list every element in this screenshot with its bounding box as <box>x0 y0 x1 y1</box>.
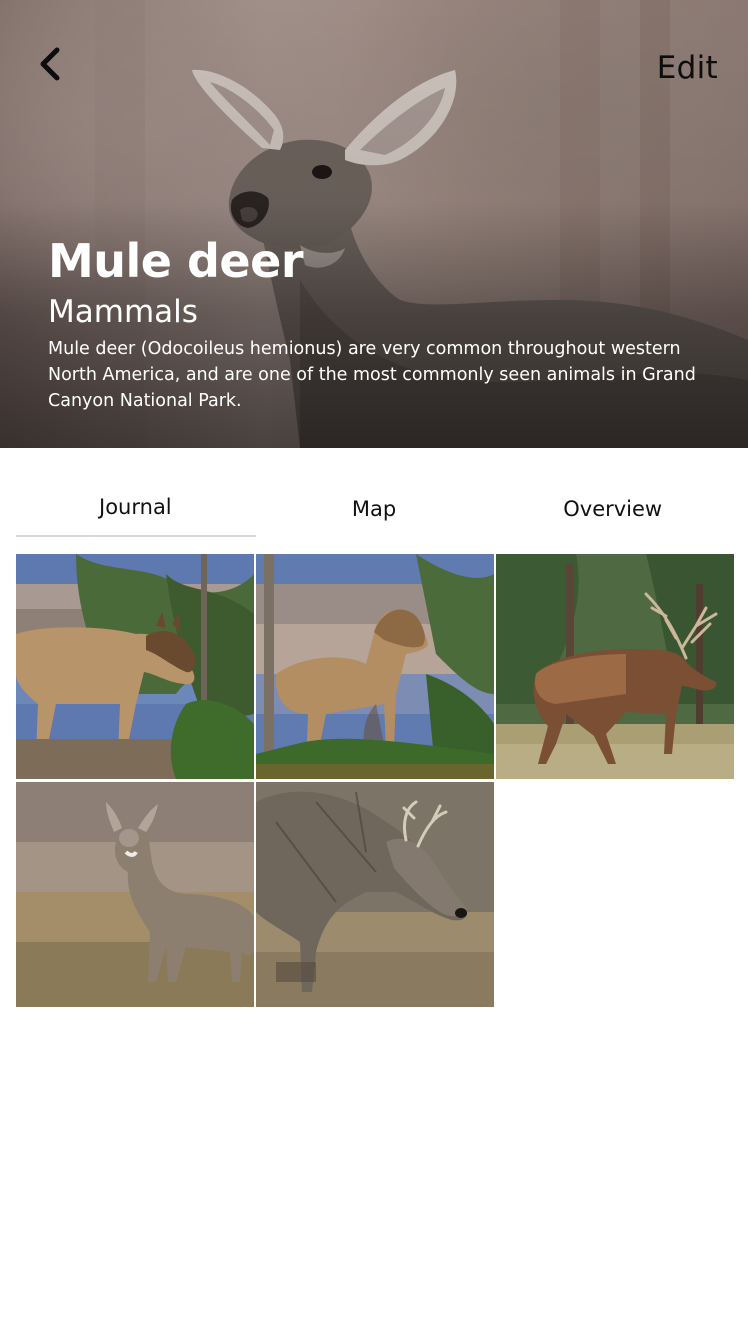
photo-tile[interactable] <box>496 554 734 779</box>
photo-tile[interactable] <box>256 782 494 1007</box>
species-description: Mule deer (Odocoileus hemionus) are very… <box>48 339 696 411</box>
elk-photo <box>16 554 254 779</box>
mule-deer-photo <box>16 782 254 1007</box>
species-title: Mule deer <box>48 234 304 288</box>
elk-photo <box>496 554 734 779</box>
photo-tile[interactable] <box>16 554 254 779</box>
edit-button[interactable]: Edit <box>657 50 718 86</box>
tab-overview[interactable]: Overview <box>493 480 732 538</box>
species-info: Mule deer Mammals Mule deer (Odocoileus … <box>48 232 718 414</box>
elk-photo <box>256 554 494 779</box>
photo-tile[interactable] <box>256 554 494 779</box>
hero-banner: Edit Mule deer Mammals Mule deer (Odocoi… <box>0 0 748 448</box>
mule-deer-photo <box>256 782 494 1007</box>
tab-map[interactable]: Map <box>255 480 494 538</box>
chevron-left-icon <box>40 47 60 81</box>
tab-journal[interactable]: Journal <box>16 480 256 538</box>
photo-tile[interactable] <box>16 782 254 1007</box>
species-category: Mammals <box>48 294 198 330</box>
back-button[interactable] <box>30 44 70 84</box>
tab-bar: Journal Map Overview <box>16 480 732 538</box>
